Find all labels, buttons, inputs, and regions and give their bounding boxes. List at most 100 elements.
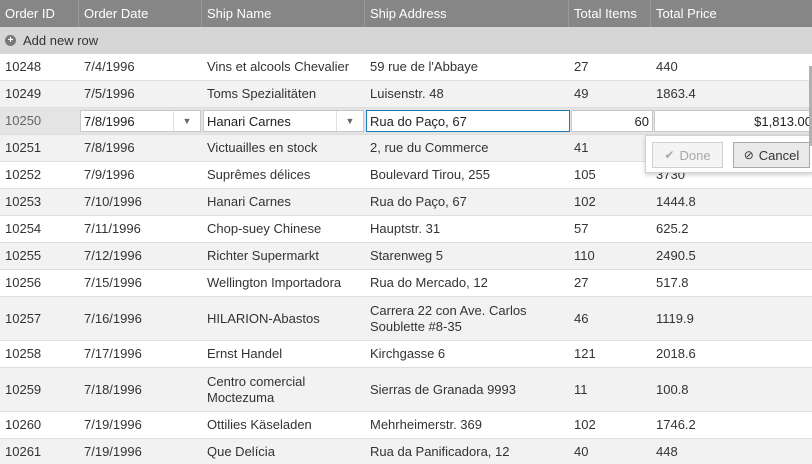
- cell-total-items: 110: [574, 248, 595, 263]
- done-label: Done: [679, 147, 711, 163]
- editing-row: 10250 7/8/1996 ▼ Hanari Carnes ▼ Rua do …: [0, 108, 812, 135]
- total-price-value: $1,813.00: [754, 113, 812, 129]
- table-row[interactable]: 10256 7/15/1996 Wellington Importadora Rua …: [0, 270, 812, 297]
- table-row[interactable]: 10249 7/5/1996 Toms Spezialitäten Luisenstr…: [0, 81, 812, 108]
- cell-ship-name: Ottilies Käseladen: [207, 417, 312, 432]
- cell-total-items: 121: [574, 346, 596, 361]
- cell-ship-address: Hauptstr. 31: [370, 221, 441, 236]
- cancel-circle-icon: ⊘: [743, 148, 754, 162]
- cell-order-id: 10258: [5, 346, 42, 361]
- ship-name-select[interactable]: Hanari Carnes ▼: [203, 110, 364, 132]
- table-row[interactable]: 10257 7/16/1996 HILARION-Abastos Carrera 22…: [0, 297, 812, 341]
- cell-total-items: 105: [574, 167, 596, 182]
- cell-ship-name: Suprêmes délices: [207, 167, 311, 182]
- grid-header: Order ID Order Date Ship Name Ship Addre…: [0, 0, 812, 27]
- table-row[interactable]: 10248 7/4/1996 Vins et alcools Chevalier 59…: [0, 54, 812, 81]
- cell-order-date: 7/16/1996: [84, 310, 142, 326]
- table-row[interactable]: 10260 7/19/1996 Ottilies Käseladen Mehrheim…: [0, 412, 812, 439]
- cell-order-id: 10253: [5, 194, 42, 209]
- add-new-row-button[interactable]: + Add new row: [0, 27, 300, 54]
- cell-order-date: 7/11/1996: [84, 221, 141, 236]
- total-items-value: 60: [634, 113, 649, 129]
- cell-total-items: 27: [574, 275, 589, 290]
- cell-ship-address: Kirchgasse 6: [370, 346, 446, 361]
- cell-ship-address: Carrera 22 con Ave. Carlos Soublette #8-…: [370, 302, 527, 334]
- cell-total-price: 625.2: [656, 221, 689, 236]
- header-order-id[interactable]: Order ID: [0, 0, 79, 27]
- cell-total-items: 11: [574, 381, 588, 397]
- cell-ship-name: Hanari Carnes: [207, 194, 291, 209]
- order-date-picker[interactable]: 7/8/1996 ▼: [80, 110, 201, 132]
- edit-actions-panel: ✔ Done ⊘ Cancel: [645, 135, 812, 173]
- add-new-row[interactable]: + Add new row: [0, 27, 812, 54]
- cell-total-items: 41: [574, 140, 589, 155]
- cell-total-price: 2490.5: [656, 248, 696, 263]
- table-row[interactable]: 10261 7/19/1996 Que Delícia Rua da Panifica…: [0, 439, 812, 464]
- cell-order-id: 10248: [5, 59, 42, 74]
- cell-total-price: 1119.9: [656, 310, 694, 326]
- done-button[interactable]: ✔ Done: [652, 142, 723, 168]
- cell-total-items: 102: [574, 417, 596, 432]
- cell-total-items: 102: [574, 194, 596, 209]
- order-date-value: 7/8/1996: [84, 113, 135, 129]
- cell-order-date: 7/8/1996: [84, 140, 135, 155]
- table-row[interactable]: 10255 7/12/1996 Richter Supermarkt Starenwe…: [0, 243, 812, 270]
- cell-ship-address: 2, rue du Commerce: [370, 140, 489, 155]
- cell-order-id: 10261: [5, 444, 42, 459]
- cell-ship-name: Ernst Handel: [207, 346, 283, 361]
- cell-ship-name: HILARION-Abastos: [207, 310, 320, 326]
- cell-ship-address: Boulevard Tirou, 255: [370, 167, 490, 182]
- table-row[interactable]: 10258 7/17/1996 Ernst Handel Kirchgasse 6 12…: [0, 341, 812, 368]
- edit-order-id: 10250: [5, 113, 42, 128]
- cell-order-date: 7/12/1996: [84, 248, 142, 263]
- cell-order-date: 7/19/1996: [84, 444, 142, 459]
- cell-ship-address: Sierras de Granada 9993: [370, 381, 516, 397]
- cell-ship-name: Chop-suey Chinese: [207, 221, 322, 236]
- ship-address-input[interactable]: Rua do Paço, 67: [366, 110, 570, 132]
- total-price-input[interactable]: $1,813.00: [654, 110, 812, 132]
- cell-order-date: 7/9/1996: [84, 167, 135, 182]
- cell-order-date: 7/19/1996: [84, 417, 142, 432]
- cell-ship-name: Que Delícia: [207, 444, 275, 459]
- cell-order-id: 10254: [5, 221, 42, 236]
- cell-total-items: 49: [574, 86, 589, 101]
- cell-ship-address: Rua da Panificadora, 12: [370, 444, 510, 459]
- cancel-button[interactable]: ⊘ Cancel: [733, 142, 810, 168]
- header-order-date[interactable]: Order Date: [79, 0, 202, 27]
- cell-total-price: 100.8: [656, 381, 689, 397]
- cell-total-items: 27: [574, 59, 589, 74]
- header-ship-name[interactable]: Ship Name: [202, 0, 365, 27]
- cell-ship-address: Luisenstr. 48: [370, 86, 444, 101]
- plus-circle-icon: +: [5, 35, 16, 46]
- cell-total-price: 1863.4: [656, 86, 696, 101]
- orders-grid: Order ID Order Date Ship Name Ship Addre…: [0, 0, 812, 464]
- cell-total-price: 2018.6: [656, 346, 696, 361]
- ship-name-value: Hanari Carnes: [207, 113, 291, 129]
- cell-ship-address: Rua do Paço, 67: [370, 194, 467, 209]
- cell-ship-address: Mehrheimerstr. 369: [370, 417, 482, 432]
- cell-order-id: 10252: [5, 167, 42, 182]
- cell-order-date: 7/17/1996: [84, 346, 142, 361]
- total-items-input[interactable]: 60: [571, 110, 653, 132]
- cell-ship-address: Rua do Mercado, 12: [370, 275, 488, 290]
- cell-order-id: 10259: [5, 381, 42, 397]
- chevron-down-icon[interactable]: ▼: [173, 111, 200, 131]
- cell-order-date: 7/18/1996: [84, 381, 142, 397]
- table-row[interactable]: 10259 7/18/1996 Centro comercial Moctezuma…: [0, 368, 812, 412]
- header-total-price[interactable]: Total Price: [651, 0, 812, 27]
- chevron-down-icon[interactable]: ▼: [336, 111, 363, 131]
- cell-order-id: 10260: [5, 417, 42, 432]
- cancel-label: Cancel: [758, 147, 800, 163]
- table-row[interactable]: 10254 7/11/1996 Chop-suey Chinese Hauptstr.…: [0, 216, 812, 243]
- cell-total-price: 440: [656, 59, 678, 74]
- cell-order-date: 7/15/1996: [84, 275, 142, 290]
- table-row[interactable]: 10253 7/10/1996 Hanari Carnes Rua do Paço, …: [0, 189, 812, 216]
- cell-order-id: 10256: [5, 275, 42, 290]
- add-new-row-label: Add new row: [23, 32, 99, 48]
- cell-order-id: 10249: [5, 86, 42, 101]
- header-ship-address[interactable]: Ship Address: [365, 0, 569, 27]
- cell-total-items: 46: [574, 310, 589, 326]
- cell-order-date: 7/5/1996: [84, 86, 135, 101]
- header-total-items[interactable]: Total Items: [569, 0, 651, 27]
- cell-order-id: 10251: [5, 140, 42, 155]
